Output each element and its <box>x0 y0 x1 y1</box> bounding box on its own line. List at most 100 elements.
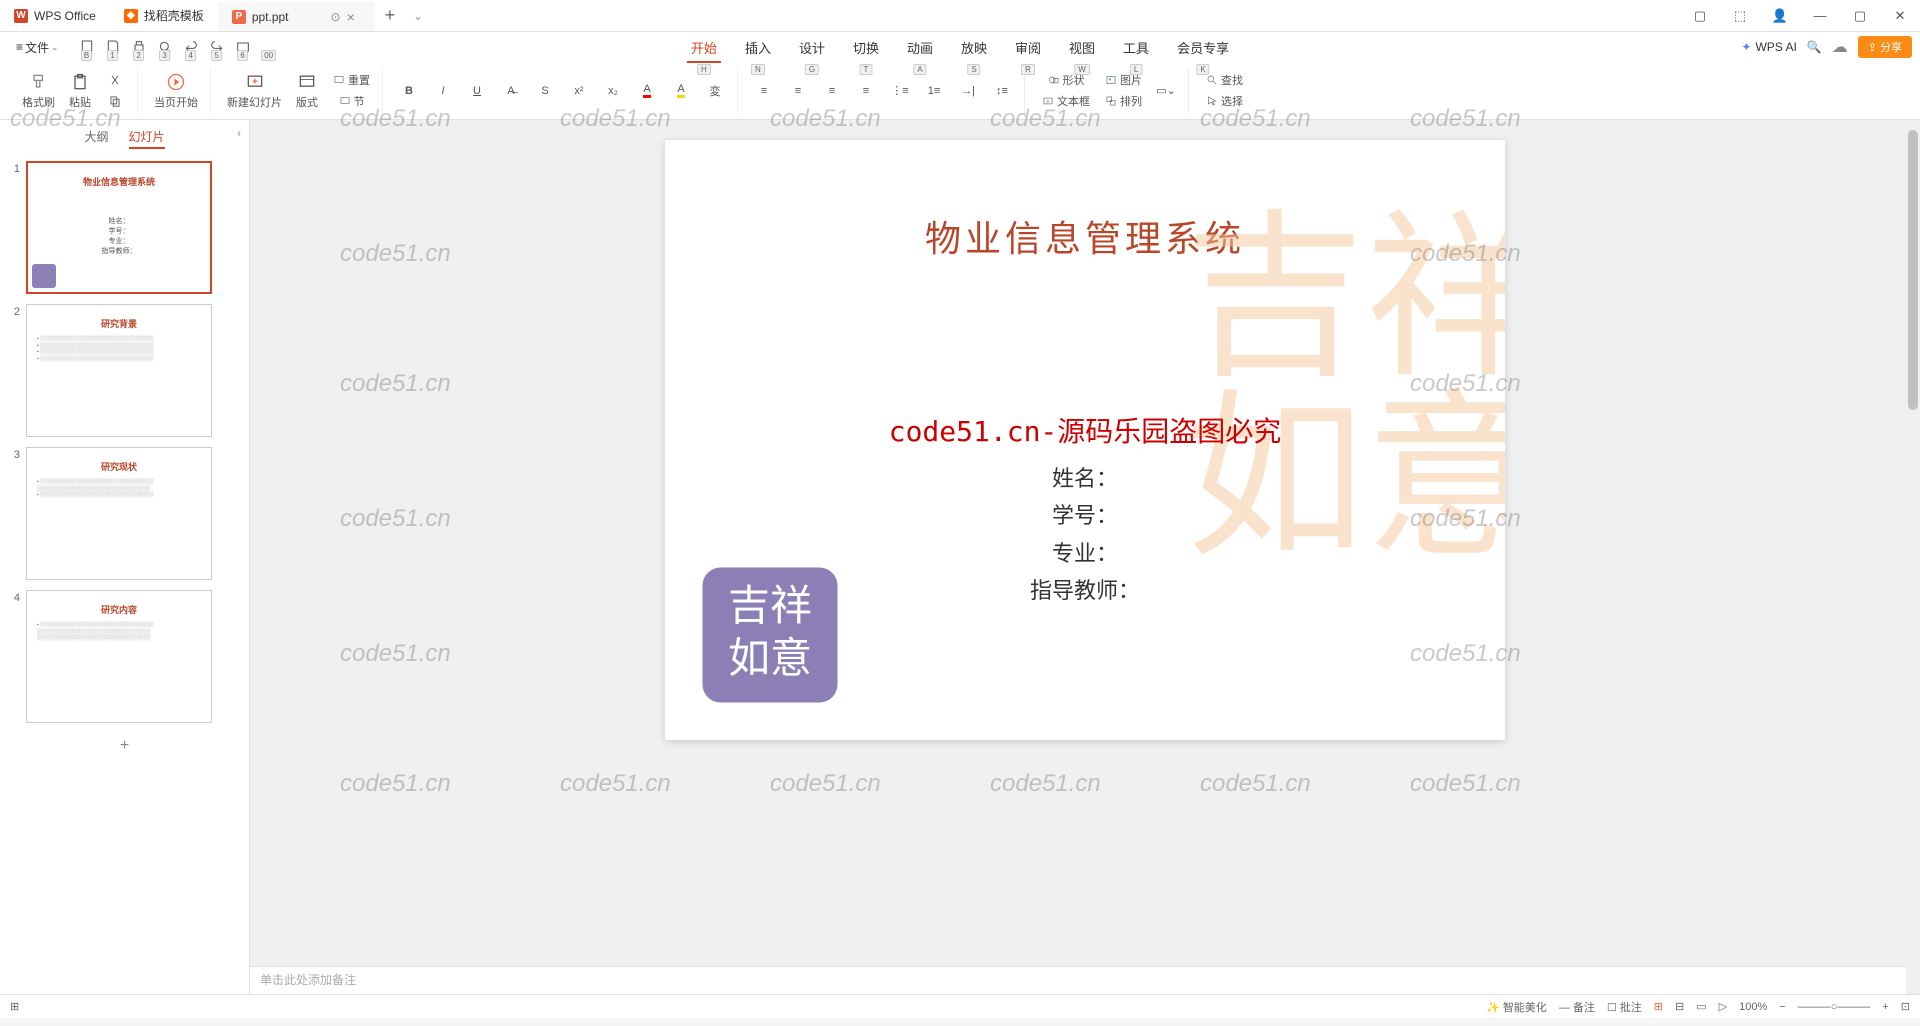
collapse-panel-icon[interactable]: ‹ <box>237 128 241 140</box>
print-preview-icon[interactable]: 3 <box>153 35 177 59</box>
window-dock-icon[interactable]: ▢ <box>1680 0 1720 32</box>
subscript-button[interactable]: x₂ <box>597 81 629 101</box>
vertical-scrollbar[interactable] <box>1906 120 1920 994</box>
zoom-out-button[interactable]: − <box>1779 1001 1785 1013</box>
tab-animation[interactable]: 动画A <box>893 34 947 61</box>
indent-button[interactable]: →| <box>952 81 984 101</box>
copy-button[interactable] <box>99 91 131 111</box>
slide-fields[interactable]: 姓名： 学号： 专业： 指导教师： <box>1030 460 1140 610</box>
layout-button[interactable]: 版式 <box>290 69 324 113</box>
zoom-slider[interactable]: ———○——— <box>1798 1001 1871 1013</box>
close-window-button[interactable]: ✕ <box>1880 0 1920 32</box>
underline-button[interactable]: U <box>461 81 493 101</box>
thumbnail-slide-4[interactable]: 研究内容 ▪ ░░░░░░░░░░░░░░░░░░░░░░░░░░░░░░░░░… <box>26 590 212 723</box>
new-tab-button[interactable]: + <box>375 5 406 26</box>
highlight-button[interactable]: A <box>665 81 697 101</box>
comments-toggle[interactable]: ☐ 批注 <box>1607 999 1642 1015</box>
style-dropdown-button[interactable]: ▭⌄ <box>1150 81 1182 101</box>
tab-insert[interactable]: 插入N <box>731 34 785 61</box>
strikethrough-button[interactable]: A̶ <box>495 81 527 101</box>
maximize-button[interactable]: ▢ <box>1840 0 1880 32</box>
save-icon[interactable]: 1 <box>101 35 125 59</box>
textbox-button[interactable]: A文本框 <box>1035 91 1096 111</box>
qat-more-icon[interactable]: 00 <box>257 35 281 59</box>
scroll-thumb[interactable] <box>1908 130 1918 410</box>
close-icon[interactable]: × <box>347 9 361 25</box>
align-right-button[interactable]: ≡ <box>816 81 848 101</box>
fit-window-button[interactable]: ⊡ <box>1901 1000 1910 1013</box>
view-normal-icon[interactable]: ⊞ <box>1654 1000 1663 1013</box>
line-spacing-button[interactable]: ↕≡ <box>986 81 1018 101</box>
font-color-button[interactable]: A <box>631 81 663 101</box>
start-from-current-button[interactable]: 当页开始 <box>148 69 204 113</box>
qat-icon-6[interactable]: 6 <box>231 35 255 59</box>
bold-button[interactable]: B <box>393 81 425 101</box>
thumbnail-list[interactable]: 1 物业信息管理系统 姓名： 学号： 专业： 指导教师： 2 研究背景 ▪ ░░… <box>0 155 249 994</box>
field-advisor: 指导教师： <box>1030 572 1140 609</box>
format-painter-button[interactable]: 格式刷 <box>16 69 61 113</box>
align-center-button[interactable]: ≡ <box>782 81 814 101</box>
canvas-area: 吉祥如意 物业信息管理系统 code51.cn-源码乐园盗图必究 姓名： 学号：… <box>250 120 1920 994</box>
cube-icon[interactable]: ⬚ <box>1720 0 1760 32</box>
tab-templates[interactable]: ◆ 找稻壳模板 <box>110 0 218 31</box>
tab-menu-icon[interactable]: ⊙ <box>331 10 341 24</box>
superscript-button[interactable]: x² <box>563 81 595 101</box>
undo-icon[interactable]: 4 <box>179 35 203 59</box>
numbering-button[interactable]: 1≡ <box>918 81 950 101</box>
arrange-button[interactable]: 排列 <box>1098 91 1148 111</box>
tab-document[interactable]: P ppt.ppt ⊙ × <box>218 0 375 31</box>
notes-area[interactable]: 单击此处添加备注 <box>250 966 1920 994</box>
tab-view[interactable]: 视图W <box>1055 34 1109 61</box>
slide-canvas[interactable]: 吉祥如意 物业信息管理系统 code51.cn-源码乐园盗图必究 姓名： 学号：… <box>665 140 1505 740</box>
tab-design[interactable]: 设计G <box>785 34 839 61</box>
canvas-scroll[interactable]: 吉祥如意 物业信息管理系统 code51.cn-源码乐园盗图必究 姓名： 学号：… <box>250 120 1920 966</box>
tab-dropdown-icon[interactable]: ⌄ <box>413 9 423 23</box>
wps-ai-button[interactable]: ✦WPS AI🔍 <box>1741 40 1821 54</box>
thumbnail-slide-3[interactable]: 研究现状 ▪ ░░░░░░░░░░░░░░░░░░░░░░░░░░░░░░░░░… <box>26 447 212 580</box>
shrink-font-button[interactable]: S <box>529 81 561 101</box>
cut-button[interactable] <box>99 70 131 90</box>
align-left-button[interactable]: ≡ <box>748 81 780 101</box>
smart-beautify-button[interactable]: ✨ 智能美化 <box>1486 999 1547 1015</box>
tab-start[interactable]: 开始H <box>677 34 731 61</box>
justify-button[interactable]: ≡ <box>850 81 882 101</box>
view-slideshow-icon[interactable]: ▷ <box>1719 1000 1727 1013</box>
status-bar: ⊞ ✨ 智能美化 — 备注 ☐ 批注 ⊞ ⊟ ▭ ▷ 100% − ———○——… <box>0 994 1920 1018</box>
minimize-button[interactable]: — <box>1800 0 1840 32</box>
section-button[interactable]: 节 <box>326 91 376 111</box>
status-app-icon[interactable]: ⊞ <box>10 1000 19 1013</box>
notes-toggle[interactable]: — 备注 <box>1559 999 1595 1015</box>
tab-wps-home[interactable]: W WPS Office <box>0 0 110 31</box>
title-bar: W WPS Office ◆ 找稻壳模板 P ppt.ppt ⊙ × + ⌄ ▢… <box>0 0 1920 32</box>
new-slide-button[interactable]: 新建幻灯片 <box>221 69 288 113</box>
thumbnail-slide-2[interactable]: 研究背景 ▪ ░░░░░░░░░░░░░░░░░░░░░░░░░░░░░░░░▪… <box>26 304 212 437</box>
tab-transition[interactable]: 切换T <box>839 34 893 61</box>
zoom-level[interactable]: 100% <box>1739 1001 1767 1013</box>
tab-slideshow[interactable]: 放映S <box>947 34 1001 61</box>
add-slide-button[interactable]: + <box>6 733 243 759</box>
bullets-button[interactable]: ⋮≡ <box>884 81 916 101</box>
redo-icon[interactable]: 5 <box>205 35 229 59</box>
quick-access-toolbar: B 1 2 3 4 5 6 00 <box>75 35 281 59</box>
thumbnail-slide-1[interactable]: 物业信息管理系统 姓名： 学号： 专业： 指导教师： <box>26 161 212 294</box>
tab-tools[interactable]: 工具L <box>1109 34 1163 61</box>
reset-button[interactable]: 重置 <box>326 70 376 90</box>
tab-review[interactable]: 审阅R <box>1001 34 1055 61</box>
zoom-in-button[interactable]: + <box>1882 1001 1888 1013</box>
paste-button[interactable]: 粘贴 <box>63 69 97 113</box>
user-avatar-icon[interactable]: 👤 <box>1760 0 1800 32</box>
cloud-sync-icon[interactable]: ☁ <box>1832 37 1848 57</box>
view-reading-icon[interactable]: ▭ <box>1696 1000 1706 1013</box>
file-menu[interactable]: ≡ 文件 ⌄ <box>8 39 67 56</box>
text-effects-button[interactable]: 変 <box>699 81 731 101</box>
slides-tab[interactable]: 幻灯片 <box>129 126 165 149</box>
tab-vip[interactable]: 会员专享K <box>1163 34 1243 61</box>
new-doc-icon[interactable]: B <box>75 35 99 59</box>
view-sorter-icon[interactable]: ⊟ <box>1675 1000 1684 1013</box>
select-button[interactable]: 选择 <box>1199 91 1249 111</box>
outline-tab[interactable]: 大纲 <box>84 126 108 149</box>
print-icon[interactable]: 2 <box>127 35 151 59</box>
share-button[interactable]: ⇪分享 <box>1858 36 1912 58</box>
italic-button[interactable]: I <box>427 81 459 101</box>
search-icon[interactable]: 🔍 <box>1807 40 1822 54</box>
